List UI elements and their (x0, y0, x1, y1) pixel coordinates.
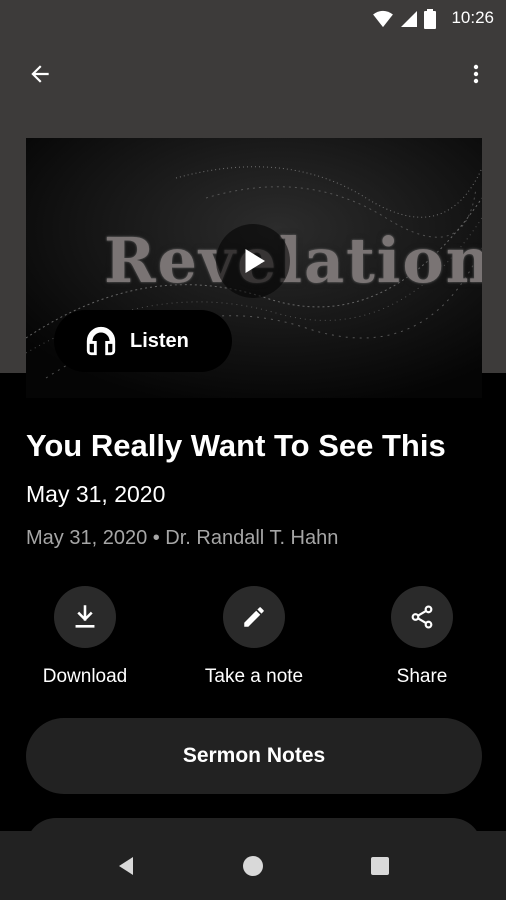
download-action[interactable]: Download (15, 586, 155, 688)
nav-back-button[interactable] (111, 851, 141, 881)
nav-recents-button[interactable] (365, 851, 395, 881)
artwork-title: Revelation (104, 224, 482, 297)
nav-recents-icon (371, 857, 389, 875)
back-button[interactable] (20, 54, 60, 94)
share-button[interactable] (391, 586, 453, 648)
status-bar: 10:26 (0, 0, 506, 36)
take-note-action[interactable]: Take a note (184, 586, 324, 688)
battery-icon (424, 9, 436, 29)
play-icon (245, 249, 265, 273)
nav-home-icon (243, 856, 263, 876)
signal-icon (401, 11, 417, 27)
listen-label: Listen (130, 329, 189, 352)
action-row: Download Take a note Share (0, 586, 506, 696)
status-time: 10:26 (451, 8, 494, 27)
download-label: Download (42, 666, 128, 687)
headphones-icon (86, 326, 116, 356)
sermon-date: May 31, 2020 (26, 481, 166, 507)
wifi-icon (373, 10, 393, 28)
nav-home-button[interactable] (238, 851, 268, 881)
download-icon (75, 605, 95, 628)
nav-back-icon (119, 857, 133, 875)
sermon-notes-button[interactable]: Sermon Notes (26, 718, 482, 794)
more-options-button[interactable] (456, 54, 496, 94)
status-icons (372, 9, 436, 29)
share-icon (411, 605, 433, 629)
take-note-button[interactable] (223, 586, 285, 648)
app-bar (0, 44, 506, 104)
listen-button[interactable]: Listen (54, 310, 232, 372)
share-action[interactable]: Share (352, 586, 492, 688)
arrow-left-icon (31, 65, 49, 83)
sermon-meta: May 31, 2020 • Dr. Randall T. Hahn (26, 527, 339, 549)
sermon-artwork[interactable]: Revelation Listen (26, 138, 482, 398)
sermon-title: You Really Want To See This (26, 428, 446, 463)
more-vert-icon (473, 64, 479, 84)
system-nav-bar (0, 831, 506, 900)
download-button[interactable] (54, 586, 116, 648)
pencil-icon (244, 607, 264, 627)
play-button[interactable] (216, 224, 290, 298)
share-label: Share (396, 666, 448, 687)
take-note-label: Take a note (204, 666, 304, 687)
